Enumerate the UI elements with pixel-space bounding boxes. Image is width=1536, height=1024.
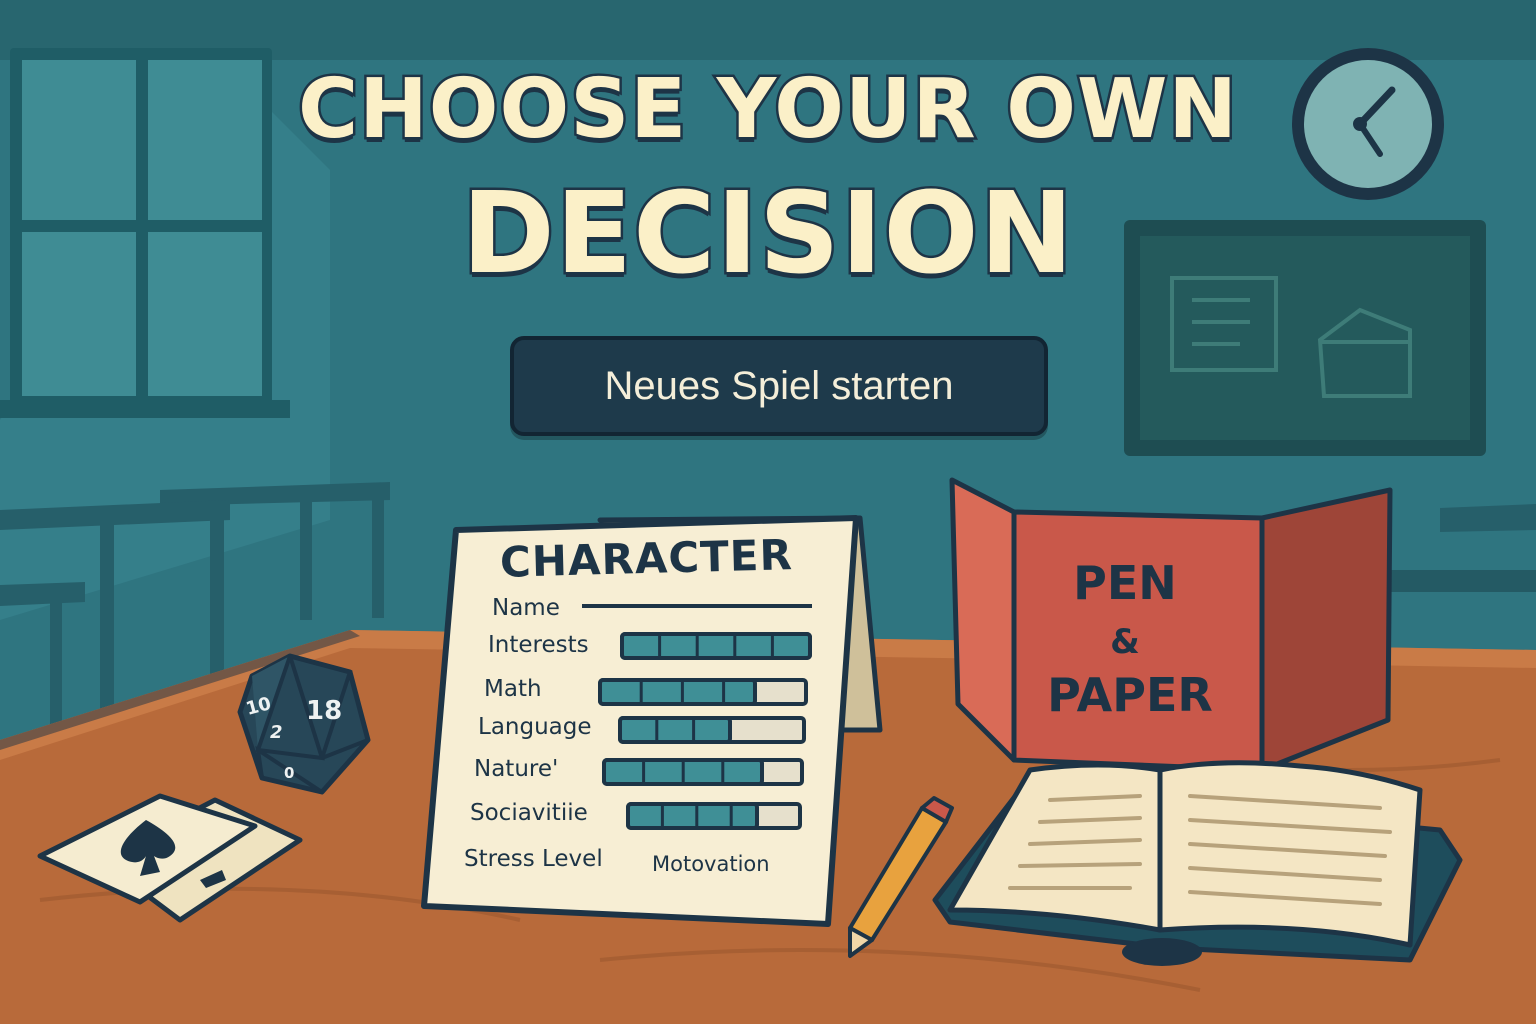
character-sheet-heading: CHARACTER xyxy=(499,530,794,587)
stat-label-interests: Interests xyxy=(488,632,589,658)
pen-paper-line-2: & xyxy=(1110,622,1140,662)
stat-bar-fill xyxy=(620,632,812,660)
pen-paper-line-3: PAPER xyxy=(1047,668,1213,722)
new-game-button[interactable]: Neues Spiel starten xyxy=(510,336,1048,436)
title-line-2: DECISION xyxy=(459,167,1076,302)
stat-label-nature: Nature' xyxy=(474,756,559,782)
stat-label-math: Math xyxy=(484,676,542,702)
title-line-1: CHOOSE YOUR OWN xyxy=(295,60,1239,160)
stat-bar-fill xyxy=(626,802,759,830)
game-title: CHOOSE YOUR OWN DECISION xyxy=(0,60,1536,302)
dice-face-bottom: 0 xyxy=(284,764,295,782)
dice-face-top: 18 xyxy=(306,696,343,726)
pen-paper-line-1: PEN xyxy=(1073,556,1177,610)
stat-label-name: Name xyxy=(492,595,560,621)
dice-face-center: 2 xyxy=(270,722,283,743)
stat-label-language: Language xyxy=(478,714,592,740)
stat-label-sociavitiie: Sociavitiie xyxy=(470,800,588,826)
motivation-label: Motovation xyxy=(652,852,770,876)
stress-level-label: Stress Level xyxy=(464,846,603,872)
stat-bar-fill xyxy=(598,678,757,706)
stat-bar-fill xyxy=(618,716,732,744)
